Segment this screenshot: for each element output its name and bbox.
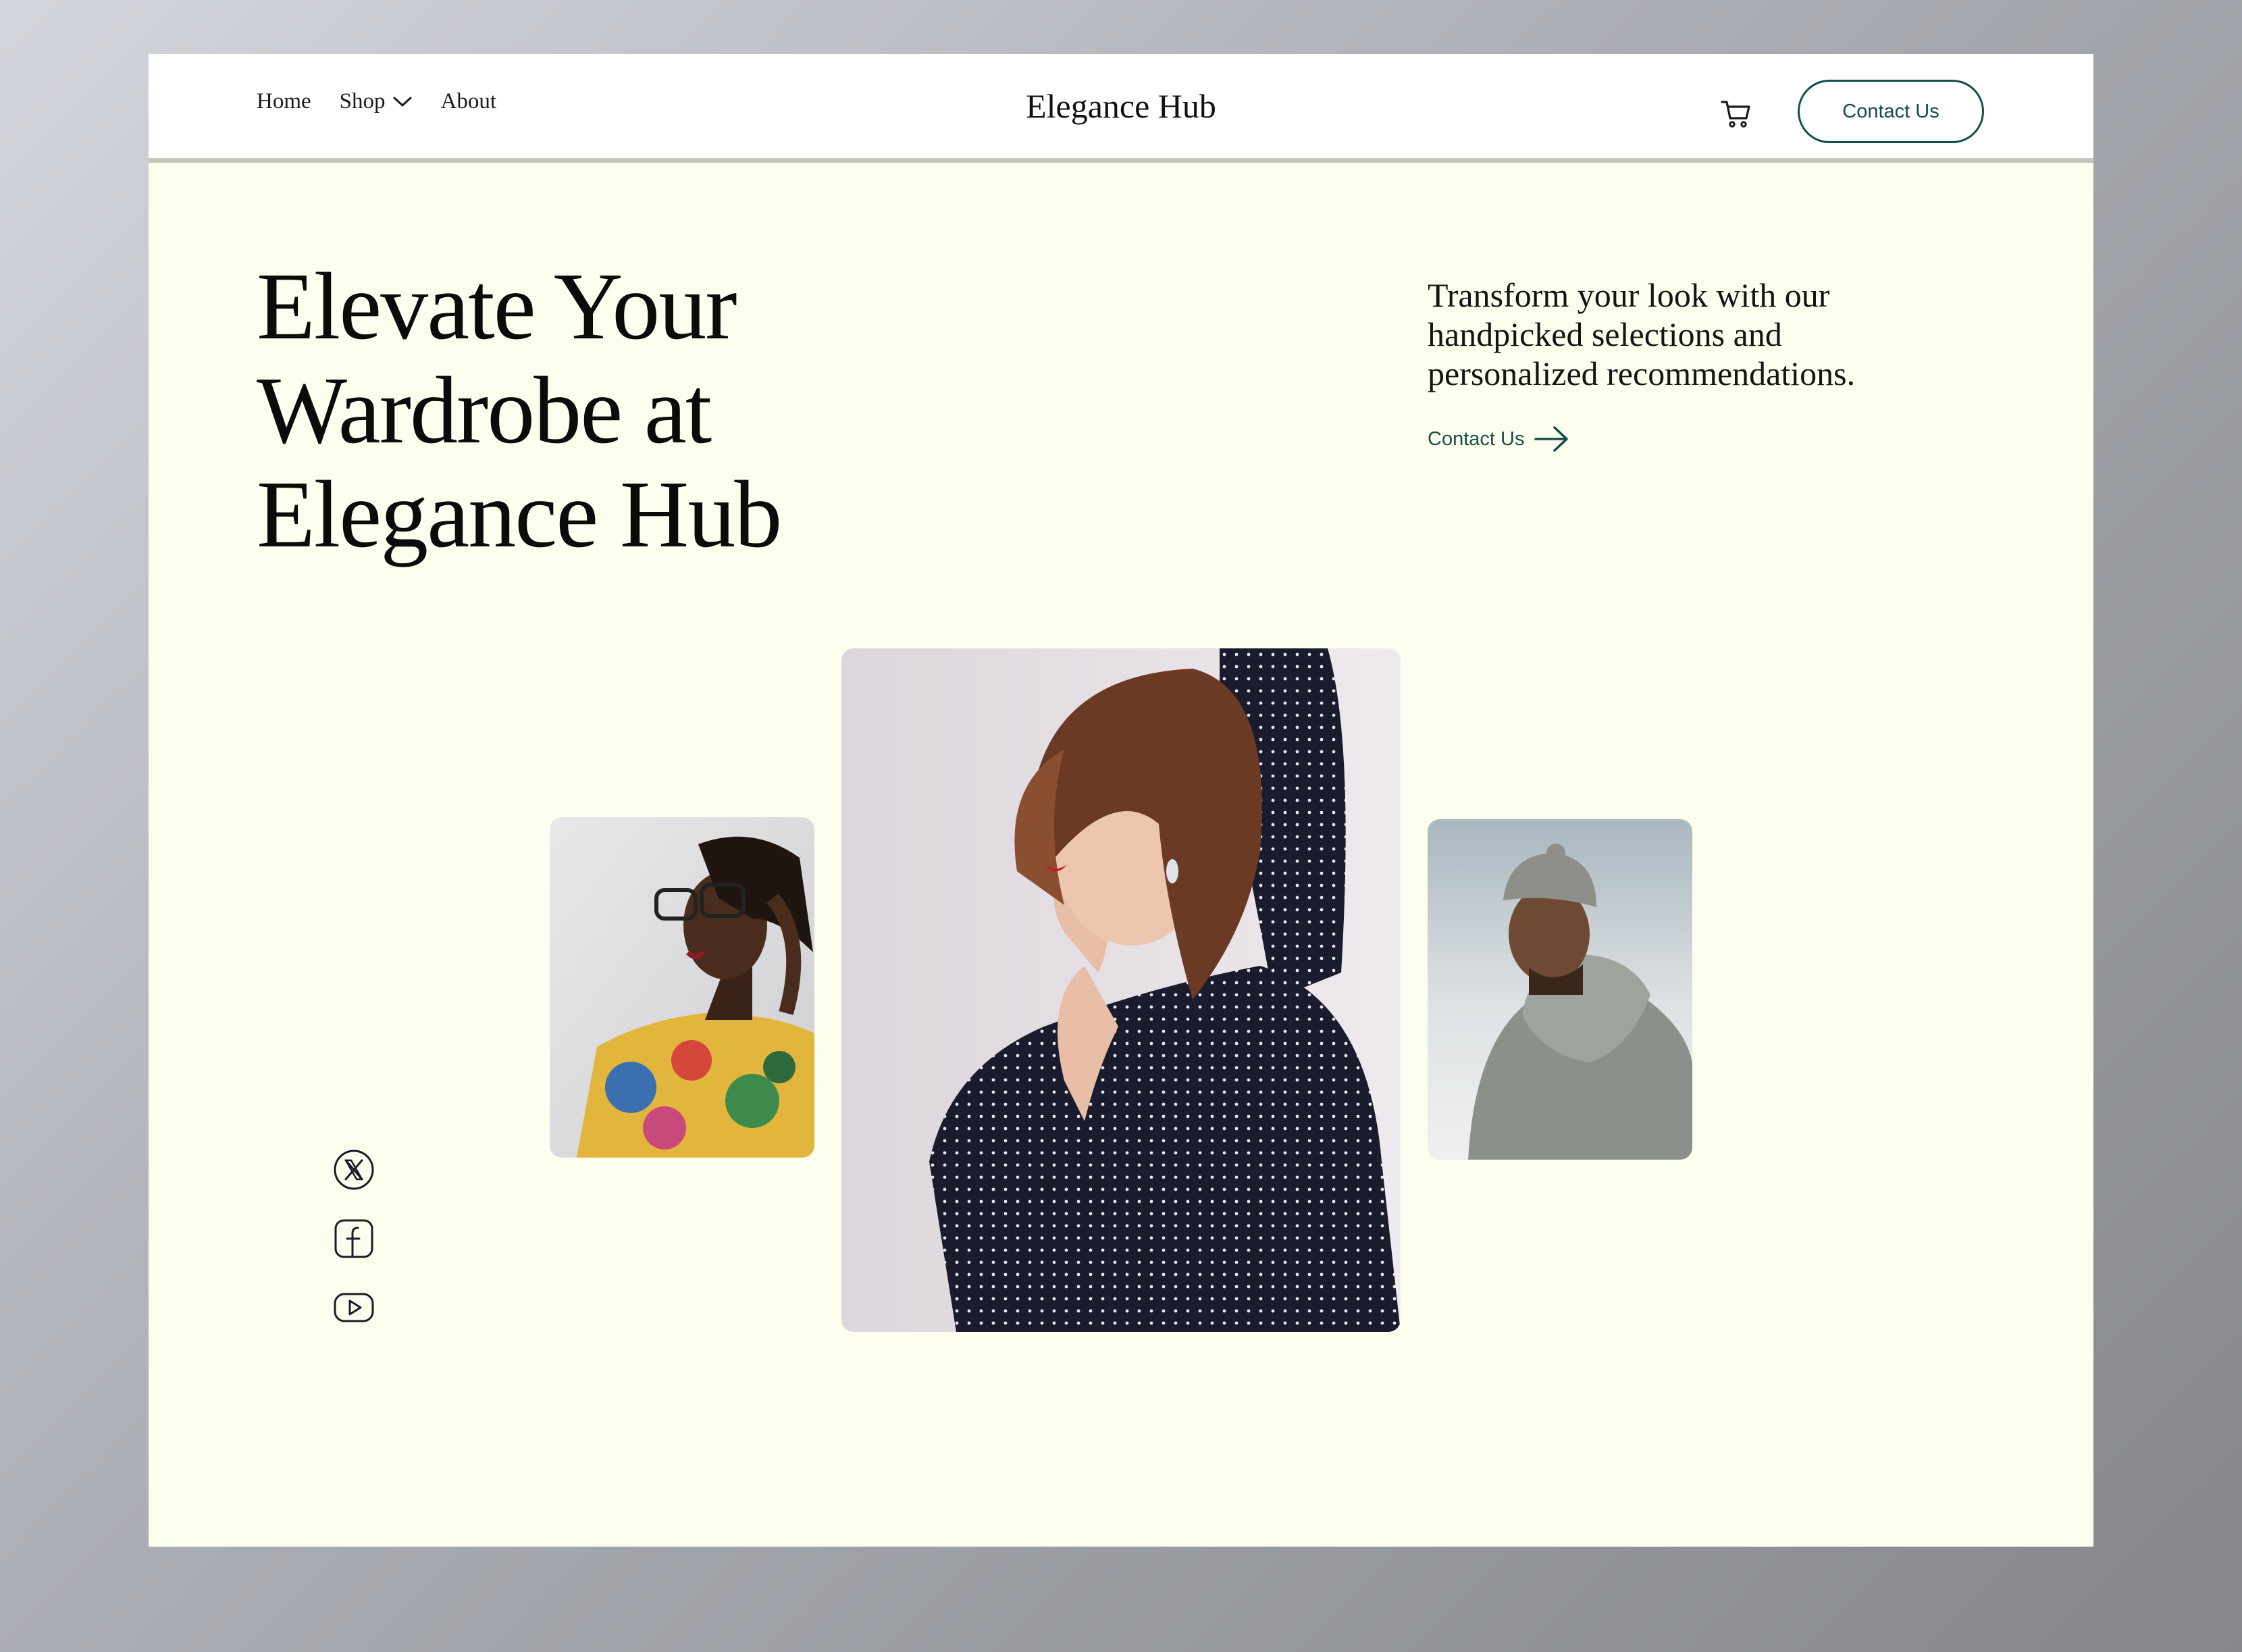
hero-subtitle: Transform your look with our handpicked …: [1428, 276, 1856, 392]
hero-title-line-2: Wardrobe at: [257, 357, 712, 463]
top-navigation-bar: Home Shop About Elegance Hub Contact Us: [149, 54, 2093, 163]
arrow-right-icon: [1534, 426, 1569, 452]
landing-page: Home Shop About Elegance Hub Contact Us …: [149, 54, 2093, 1547]
x-twitter-icon[interactable]: [332, 1148, 375, 1191]
model-photo-right: [1428, 819, 1692, 1160]
hero-title: Elevate Your Wardrobe at Elegance Hub: [257, 254, 932, 566]
hero-contact-link-label: Contact Us: [1428, 428, 1525, 450]
hero-title-line-3: Elegance Hub: [257, 461, 782, 567]
hero-contact-link[interactable]: Contact Us: [1428, 424, 1570, 454]
model-photo-left: [550, 817, 814, 1158]
facebook-icon[interactable]: [332, 1217, 375, 1260]
model-photo-center: [841, 648, 1401, 1332]
contact-us-button[interactable]: Contact Us: [1798, 80, 1984, 143]
hero-title-line-1: Elevate Your: [257, 253, 737, 359]
youtube-icon[interactable]: [332, 1286, 375, 1329]
cart-icon[interactable]: [1719, 97, 1753, 131]
contact-us-button-label: Contact Us: [1842, 100, 1939, 122]
